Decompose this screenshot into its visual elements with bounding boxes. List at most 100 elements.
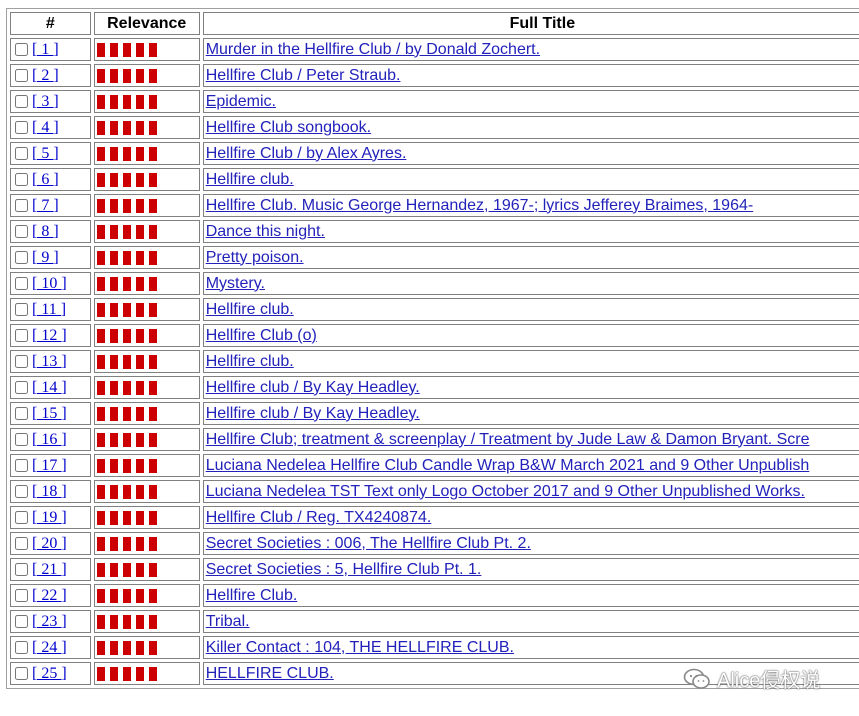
record-title-link[interactable]: Epidemic.: [206, 93, 276, 110]
record-title-link[interactable]: Hellfire Club.: [206, 587, 298, 604]
record-number-link[interactable]: [ 2 ]: [32, 67, 59, 84]
record-number-link[interactable]: [ 12 ]: [32, 327, 67, 344]
record-title-link[interactable]: Hellfire Club (o): [206, 327, 317, 344]
row-number-cell: [ 23 ]: [10, 610, 91, 633]
row-number-cell: [ 13 ]: [10, 350, 91, 373]
select-record-checkbox[interactable]: [15, 94, 28, 108]
record-number-link[interactable]: [ 19 ]: [32, 509, 67, 526]
record-title-link[interactable]: Hellfire Club / Peter Straub.: [206, 67, 401, 84]
record-title-link[interactable]: Hellfire Club / by Alex Ayres.: [206, 145, 407, 162]
record-title-link[interactable]: Murder in the Hellfire Club / by Donald …: [206, 41, 540, 58]
record-title-link[interactable]: Tribal.: [206, 613, 250, 630]
select-record-checkbox[interactable]: [15, 276, 28, 290]
record-title-link[interactable]: Luciana Nedelea TST Text only Logo Octob…: [206, 483, 805, 500]
title-cell: Tribal.: [202, 610, 859, 633]
record-number-link[interactable]: [ 11 ]: [32, 301, 66, 318]
results-body: [ 1 ] Murder in the Hellfire Club / by Do…: [10, 38, 859, 685]
relevance-cell: [93, 298, 200, 321]
record-title-link[interactable]: Hellfire club / By Kay Headley.: [206, 379, 420, 396]
select-record-checkbox[interactable]: [15, 198, 28, 212]
record-number-link[interactable]: [ 7 ]: [32, 197, 59, 214]
record-number-link[interactable]: [ 4 ]: [32, 119, 59, 136]
relevance-bar: [148, 406, 157, 421]
record-number-link[interactable]: [ 14 ]: [32, 379, 67, 396]
record-number-link[interactable]: [ 16 ]: [32, 431, 67, 448]
select-record-checkbox[interactable]: [15, 406, 28, 420]
record-title-link[interactable]: Secret Societies : 006, The Hellfire Clu…: [206, 535, 531, 552]
record-title-link[interactable]: Hellfire club.: [206, 301, 294, 318]
record-number-link[interactable]: [ 20 ]: [32, 535, 67, 552]
row-number-cell: [ 3 ]: [10, 90, 91, 113]
record-number-link[interactable]: [ 23 ]: [32, 613, 67, 630]
record-number-link[interactable]: [ 21 ]: [32, 561, 67, 578]
select-record-checkbox[interactable]: [15, 172, 28, 186]
select-record-checkbox[interactable]: [15, 354, 28, 368]
select-record-checkbox[interactable]: [15, 588, 28, 602]
select-record-checkbox[interactable]: [15, 224, 28, 238]
record-title-link[interactable]: Pretty poison.: [206, 249, 304, 266]
record-number-link[interactable]: [ 9 ]: [32, 249, 59, 266]
select-record-checkbox[interactable]: [15, 250, 28, 264]
relevance-bar: [148, 276, 157, 291]
relevance-bar: [148, 484, 157, 499]
record-title-link[interactable]: Luciana Nedelea Hellfire Club Candle Wra…: [206, 457, 810, 474]
relevance-cell: [93, 38, 200, 61]
table-row: [ 5 ] Hellfire Club / by Alex Ayres.: [10, 142, 859, 165]
record-title-link[interactable]: HELLFIRE CLUB.: [206, 665, 334, 682]
record-title-link[interactable]: Mystery.: [206, 275, 265, 292]
select-record-checkbox[interactable]: [15, 68, 28, 82]
record-number-link[interactable]: [ 18 ]: [32, 483, 67, 500]
row-number-cell: [ 20 ]: [10, 532, 91, 555]
record-number-link[interactable]: [ 5 ]: [32, 145, 59, 162]
record-title-link[interactable]: Killer Contact : 104, THE HELLFIRE CLUB.: [206, 639, 514, 656]
table-row: [ 1 ] Murder in the Hellfire Club / by Do…: [10, 38, 859, 61]
record-number-link[interactable]: [ 25 ]: [32, 665, 67, 682]
record-number-link[interactable]: [ 22 ]: [32, 587, 67, 604]
relevance-bar: [148, 120, 157, 135]
select-record-checkbox[interactable]: [15, 510, 28, 524]
record-number-link[interactable]: [ 17 ]: [32, 457, 67, 474]
select-record-checkbox[interactable]: [15, 328, 28, 342]
record-title-link[interactable]: Hellfire club / By Kay Headley.: [206, 405, 420, 422]
select-record-checkbox[interactable]: [15, 458, 28, 472]
select-record-checkbox[interactable]: [15, 536, 28, 550]
select-record-checkbox[interactable]: [15, 302, 28, 316]
select-record-checkbox[interactable]: [15, 562, 28, 576]
relevance-bar: [122, 640, 131, 655]
record-number-link[interactable]: [ 13 ]: [32, 353, 67, 370]
relevance-bar: [109, 588, 118, 603]
relevance-bar: [96, 432, 105, 447]
relevance-bar: [122, 614, 131, 629]
select-record-checkbox[interactable]: [15, 640, 28, 654]
record-number-link[interactable]: [ 8 ]: [32, 223, 59, 240]
record-number-link[interactable]: [ 10 ]: [32, 275, 67, 292]
select-record-checkbox[interactable]: [15, 614, 28, 628]
record-number-link[interactable]: [ 15 ]: [32, 405, 67, 422]
select-record-checkbox[interactable]: [15, 120, 28, 134]
relevance-bar: [122, 276, 131, 291]
table-row: [ 17 ] Luciana Nedelea Hellfire Club Cand…: [10, 454, 859, 477]
record-number-link[interactable]: [ 6 ]: [32, 171, 59, 188]
relevance-cell: [93, 662, 200, 685]
record-title-link[interactable]: Hellfire club.: [206, 171, 294, 188]
record-title-link[interactable]: Secret Societies : 5, Hellfire Club Pt. …: [206, 561, 482, 578]
record-title-link[interactable]: Hellfire Club songbook.: [206, 119, 371, 136]
record-title-link[interactable]: Hellfire club.: [206, 353, 294, 370]
select-record-checkbox[interactable]: [15, 484, 28, 498]
record-number-link[interactable]: [ 24 ]: [32, 639, 67, 656]
relevance-bar: [148, 640, 157, 655]
record-title-link[interactable]: Dance this night.: [206, 223, 325, 240]
table-row: [ 25 ] HELLFIRE CLUB.: [10, 662, 859, 685]
select-record-checkbox[interactable]: [15, 42, 28, 56]
record-title-link[interactable]: Hellfire Club; treatment & screenplay / …: [206, 431, 810, 448]
select-record-checkbox[interactable]: [15, 666, 28, 680]
record-title-link[interactable]: Hellfire Club. Music George Hernandez, 1…: [206, 197, 754, 214]
select-record-checkbox[interactable]: [15, 380, 28, 394]
record-title-link[interactable]: Hellfire Club / Reg. TX4240874.: [206, 509, 432, 526]
record-number-link[interactable]: [ 3 ]: [32, 93, 59, 110]
record-number-link[interactable]: [ 1 ]: [32, 41, 59, 58]
row-number-cell: [ 8 ]: [10, 220, 91, 243]
select-record-checkbox[interactable]: [15, 432, 28, 446]
relevance-bar: [109, 640, 118, 655]
select-record-checkbox[interactable]: [15, 146, 28, 160]
